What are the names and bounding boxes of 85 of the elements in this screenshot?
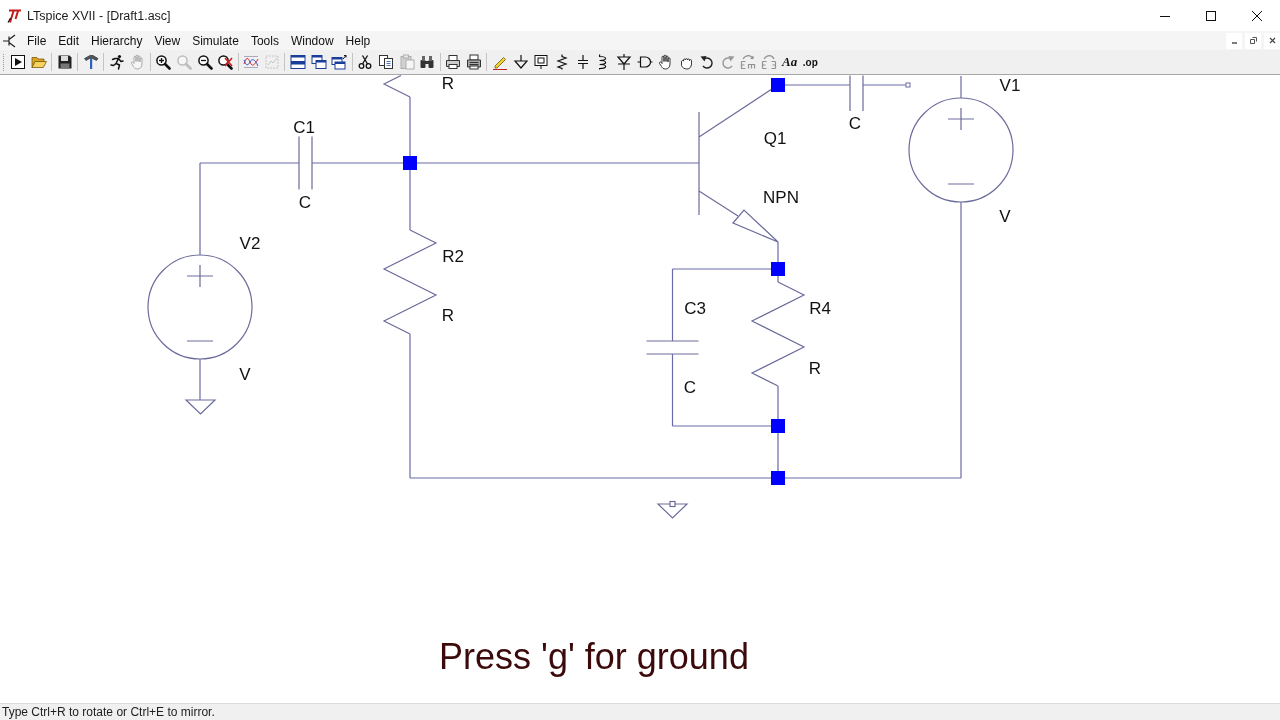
- mirror-icon: [760, 54, 777, 70]
- wire: [862, 84, 907, 86]
- resistor-icon: [554, 54, 570, 70]
- hammer-icon: [82, 54, 99, 70]
- wire: [199, 358, 201, 401]
- pencil-icon: [491, 54, 508, 70]
- hand-icon: [657, 54, 674, 70]
- designator-label: C1: [293, 117, 315, 137]
- designator-label: V1: [999, 75, 1021, 95]
- cascaded-windows-icon: [310, 54, 327, 70]
- value-label: NPN: [763, 187, 799, 207]
- rotate-icon: [740, 54, 757, 70]
- maximize-icon: [1206, 10, 1216, 21]
- chart-icon: [263, 54, 280, 70]
- value-label: R: [808, 358, 822, 378]
- capacitor-symbol: [298, 135, 313, 191]
- menu-item[interactable]: Help: [339, 31, 377, 50]
- close-icon: [1268, 37, 1276, 44]
- menu-item[interactable]: Tools: [244, 31, 285, 50]
- play-icon: [10, 54, 26, 70]
- designator-label: Q1: [763, 128, 787, 148]
- menu-item[interactable]: Window: [284, 31, 340, 50]
- caption-text: Press 'g' for ground: [439, 637, 749, 677]
- magnifier-cross-icon: [217, 54, 234, 70]
- value-label: V: [239, 364, 251, 384]
- junction-icon: [771, 471, 785, 485]
- menu-item[interactable]: Hierarchy: [85, 31, 149, 50]
- scissors-icon: [357, 54, 374, 70]
- ground-symbol: [656, 500, 689, 519]
- value-label: C: [848, 113, 862, 133]
- junction-icon: [771, 419, 785, 433]
- binoculars-icon: [419, 54, 436, 70]
- wire-end-icon: [905, 82, 911, 88]
- child-close-button[interactable]: [1264, 32, 1280, 49]
- running-figure-icon: [108, 54, 125, 70]
- magnifier-icon: [175, 54, 192, 70]
- copy-icon: [377, 54, 394, 70]
- designator-label: R2: [442, 246, 464, 266]
- window-title: LTspice XVII - [Draft1.asc]: [27, 8, 171, 23]
- resistor-symbol: [382, 75, 411, 98]
- menu-item[interactable]: File: [21, 31, 53, 50]
- value-label: R: [441, 305, 455, 325]
- zoom-out-icon: [196, 54, 213, 70]
- folder-icon: [30, 54, 47, 70]
- transistor-icon: [3, 33, 17, 48]
- value-label: C: [683, 377, 697, 397]
- gate-icon: [636, 54, 653, 70]
- designator-label: C3: [684, 298, 706, 318]
- designator-label: R4: [809, 298, 831, 318]
- junction-icon: [771, 262, 785, 276]
- printer-icon: [466, 54, 482, 70]
- text-button[interactable]: Aa: [779, 51, 800, 73]
- value-label: V: [999, 206, 1011, 226]
- waveform-icon: [243, 54, 260, 70]
- spice-directive-button[interactable]: .op: [799, 51, 821, 73]
- redo-icon: [719, 54, 736, 70]
- printer-icon: [445, 54, 462, 70]
- zoom-in-icon: [155, 54, 172, 70]
- tiled-windows-icon: [289, 54, 306, 70]
- diode-icon: [616, 54, 633, 70]
- menu-item[interactable]: Edit: [52, 31, 86, 50]
- value-label: R: [441, 75, 455, 93]
- designator-label: V2: [239, 233, 261, 253]
- inductor-icon: [599, 54, 608, 70]
- status-text: Type Ctrl+R to rotate or Ctrl+E to mirror.: [2, 705, 215, 719]
- restore-icon: [1249, 37, 1257, 44]
- child-restore-button[interactable]: [1245, 32, 1261, 49]
- capacitor-symbol: [645, 340, 700, 355]
- junction-icon: [771, 78, 785, 92]
- capacitor-symbol: [849, 75, 864, 112]
- ground-icon: [512, 54, 529, 70]
- clipboard-icon: [398, 54, 415, 70]
- wire: [960, 75, 962, 99]
- menu-item[interactable]: View: [148, 31, 187, 50]
- undo-icon: [698, 54, 715, 70]
- ground-symbol: [184, 399, 217, 415]
- close-icon: [1252, 10, 1262, 21]
- junction-icon: [403, 156, 417, 170]
- hand-icon: [129, 54, 146, 70]
- child-minimize-button[interactable]: [1226, 32, 1242, 49]
- menu-item[interactable]: Simulate: [186, 31, 245, 50]
- label-icon: [533, 54, 550, 70]
- value-label: C: [298, 192, 312, 212]
- windows-arrow-icon: [331, 54, 348, 70]
- app-logo-icon: [7, 7, 23, 24]
